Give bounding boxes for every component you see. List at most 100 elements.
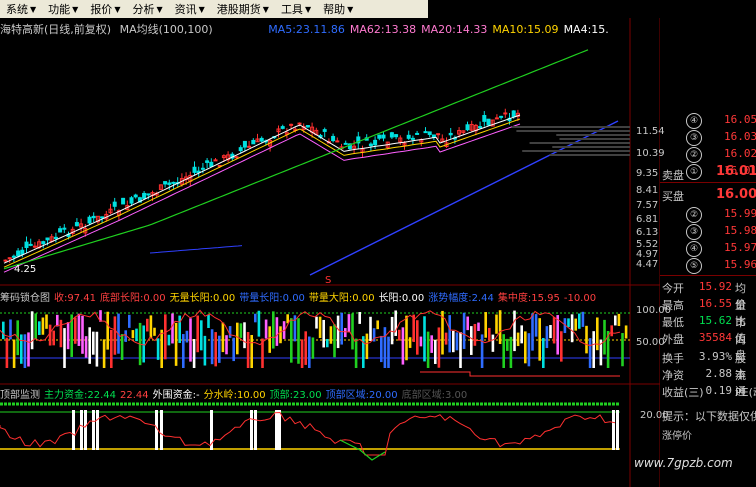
candle-body bbox=[486, 118, 491, 126]
chip-bar bbox=[207, 314, 210, 329]
stat-value: 35584 bbox=[698, 331, 732, 344]
chip-bar bbox=[549, 325, 552, 339]
chip-bar bbox=[246, 332, 250, 368]
ma-line bbox=[149, 245, 243, 254]
chip-bar bbox=[164, 314, 167, 360]
candle-body bbox=[142, 192, 147, 199]
chip-bar bbox=[581, 311, 585, 327]
buy-price: 15.96 bbox=[724, 258, 756, 271]
chip-bar bbox=[614, 315, 617, 326]
indicator2-axis: 20.00 bbox=[640, 410, 669, 421]
ma-label: MA62:13.38 bbox=[349, 23, 417, 36]
chip-bar bbox=[365, 333, 369, 360]
indicator-value: 无量长阳:0.00 bbox=[169, 293, 236, 304]
ind2-signal-bar bbox=[275, 410, 278, 450]
indicator-value: 带量大阳:0.00 bbox=[308, 293, 375, 304]
chip-bar bbox=[588, 338, 592, 368]
level-number: ④ bbox=[686, 113, 702, 129]
chip-bar bbox=[380, 335, 383, 363]
chip-bar bbox=[45, 314, 48, 329]
chip-bar bbox=[189, 318, 192, 362]
chip-bar bbox=[63, 328, 66, 368]
ind2-signal-bar bbox=[254, 410, 257, 450]
indicator2-title: 顶部监测 主力资金:22.44 22.44 外围资金:- 分水岭:10.00 顶部:23.… bbox=[0, 386, 471, 401]
hint-text: 提示：以下数据仅供参 bbox=[662, 410, 756, 423]
candle-body bbox=[373, 139, 378, 146]
indicator-value: 底部长阳:0.00 bbox=[100, 293, 166, 304]
chip-bar bbox=[585, 325, 588, 354]
level-number: ⑤ bbox=[686, 258, 702, 274]
chart-canvas[interactable]: S bbox=[0, 0, 660, 487]
indicator-value: 顶部区域:20.00 bbox=[325, 390, 398, 401]
stat-value: 15.92 bbox=[698, 280, 732, 293]
chip-bar bbox=[516, 332, 520, 347]
chip-bar bbox=[488, 327, 491, 340]
candle-body bbox=[53, 236, 58, 240]
ma-label: MA20:14.33 bbox=[421, 23, 488, 36]
stat-row: 最高 16.55 量比 bbox=[660, 296, 756, 328]
chip-bar bbox=[617, 313, 621, 327]
chip-bar bbox=[20, 334, 23, 364]
candle-body bbox=[297, 122, 302, 125]
chip-bar bbox=[257, 310, 261, 337]
candle-body bbox=[3, 259, 8, 262]
chip-bar bbox=[470, 326, 473, 355]
chip-bar bbox=[167, 334, 171, 346]
chip-bar bbox=[196, 315, 199, 353]
indicator1-title: 筹码锁仓图 收:97.41 底部长阳:0.00 无量长阳:0.00 带量长阳:0.00 带… bbox=[0, 289, 600, 304]
candle-body bbox=[247, 145, 252, 148]
indicator-value: 长阳:0.00 bbox=[378, 293, 425, 304]
indicator-value: 主力资金:22.44 bbox=[44, 390, 116, 401]
chip-bar bbox=[621, 333, 624, 367]
chip-bar bbox=[178, 315, 181, 343]
chip-bar bbox=[120, 334, 124, 360]
buy-row[interactable]: ⑤ 15.96 bbox=[660, 257, 756, 274]
level-number: ② bbox=[686, 207, 702, 223]
indicator-value: 底部区域:3.00 bbox=[401, 390, 468, 401]
indicator-value: -10.00 bbox=[563, 293, 597, 304]
chip-bar bbox=[574, 318, 577, 331]
candle-body bbox=[335, 140, 340, 143]
chip-bar bbox=[401, 327, 405, 365]
chip-profile-bar bbox=[556, 134, 630, 136]
chip-bar bbox=[506, 338, 509, 351]
chip-bar bbox=[610, 325, 613, 337]
chip-profile-bar bbox=[511, 126, 630, 128]
chip-bar bbox=[106, 311, 109, 350]
chip-bar bbox=[556, 315, 559, 355]
candle-body bbox=[200, 167, 205, 170]
stat-value: 16.55 bbox=[698, 297, 732, 310]
chip-bar bbox=[308, 336, 311, 368]
stat-row: 外盘 35584 内盘 bbox=[660, 330, 756, 362]
chip-bar bbox=[311, 337, 315, 359]
ind2-signal-bar bbox=[72, 410, 75, 450]
chip-bar bbox=[192, 339, 196, 368]
chip-bar bbox=[95, 331, 99, 367]
stat-label: 今开 bbox=[662, 282, 684, 295]
chip-bar bbox=[448, 315, 451, 353]
chip-bar bbox=[462, 312, 466, 349]
chip-bar bbox=[405, 315, 408, 361]
candle-body bbox=[167, 182, 172, 185]
stats-divider bbox=[660, 275, 756, 276]
stock-title: 海特高新(日线,前复权) bbox=[0, 23, 112, 36]
chip-bar bbox=[156, 338, 160, 360]
buy-row[interactable]: ④ 15.97 bbox=[660, 240, 756, 257]
buy-row[interactable]: ③ 15.98 bbox=[660, 223, 756, 240]
chip-bar bbox=[545, 326, 549, 349]
sell-row[interactable]: ④ 16.05 bbox=[660, 112, 756, 129]
sell-row[interactable]: ② 16.02 bbox=[660, 146, 756, 163]
chip-bar bbox=[318, 316, 322, 339]
sell-row[interactable]: ③ 16.03 bbox=[660, 129, 756, 146]
chip-bar bbox=[88, 327, 91, 364]
candle-body bbox=[503, 112, 508, 115]
chip-bar bbox=[30, 311, 34, 350]
ind2-signal-bar bbox=[80, 410, 83, 450]
chip-bar bbox=[340, 312, 343, 345]
chip-bar bbox=[592, 331, 595, 368]
price-tick: 7.57 bbox=[636, 200, 659, 211]
chip-bar bbox=[333, 324, 336, 358]
buy-row[interactable]: ② 15.99 bbox=[660, 206, 756, 223]
candle-body bbox=[343, 142, 348, 145]
candle-body bbox=[129, 197, 134, 204]
